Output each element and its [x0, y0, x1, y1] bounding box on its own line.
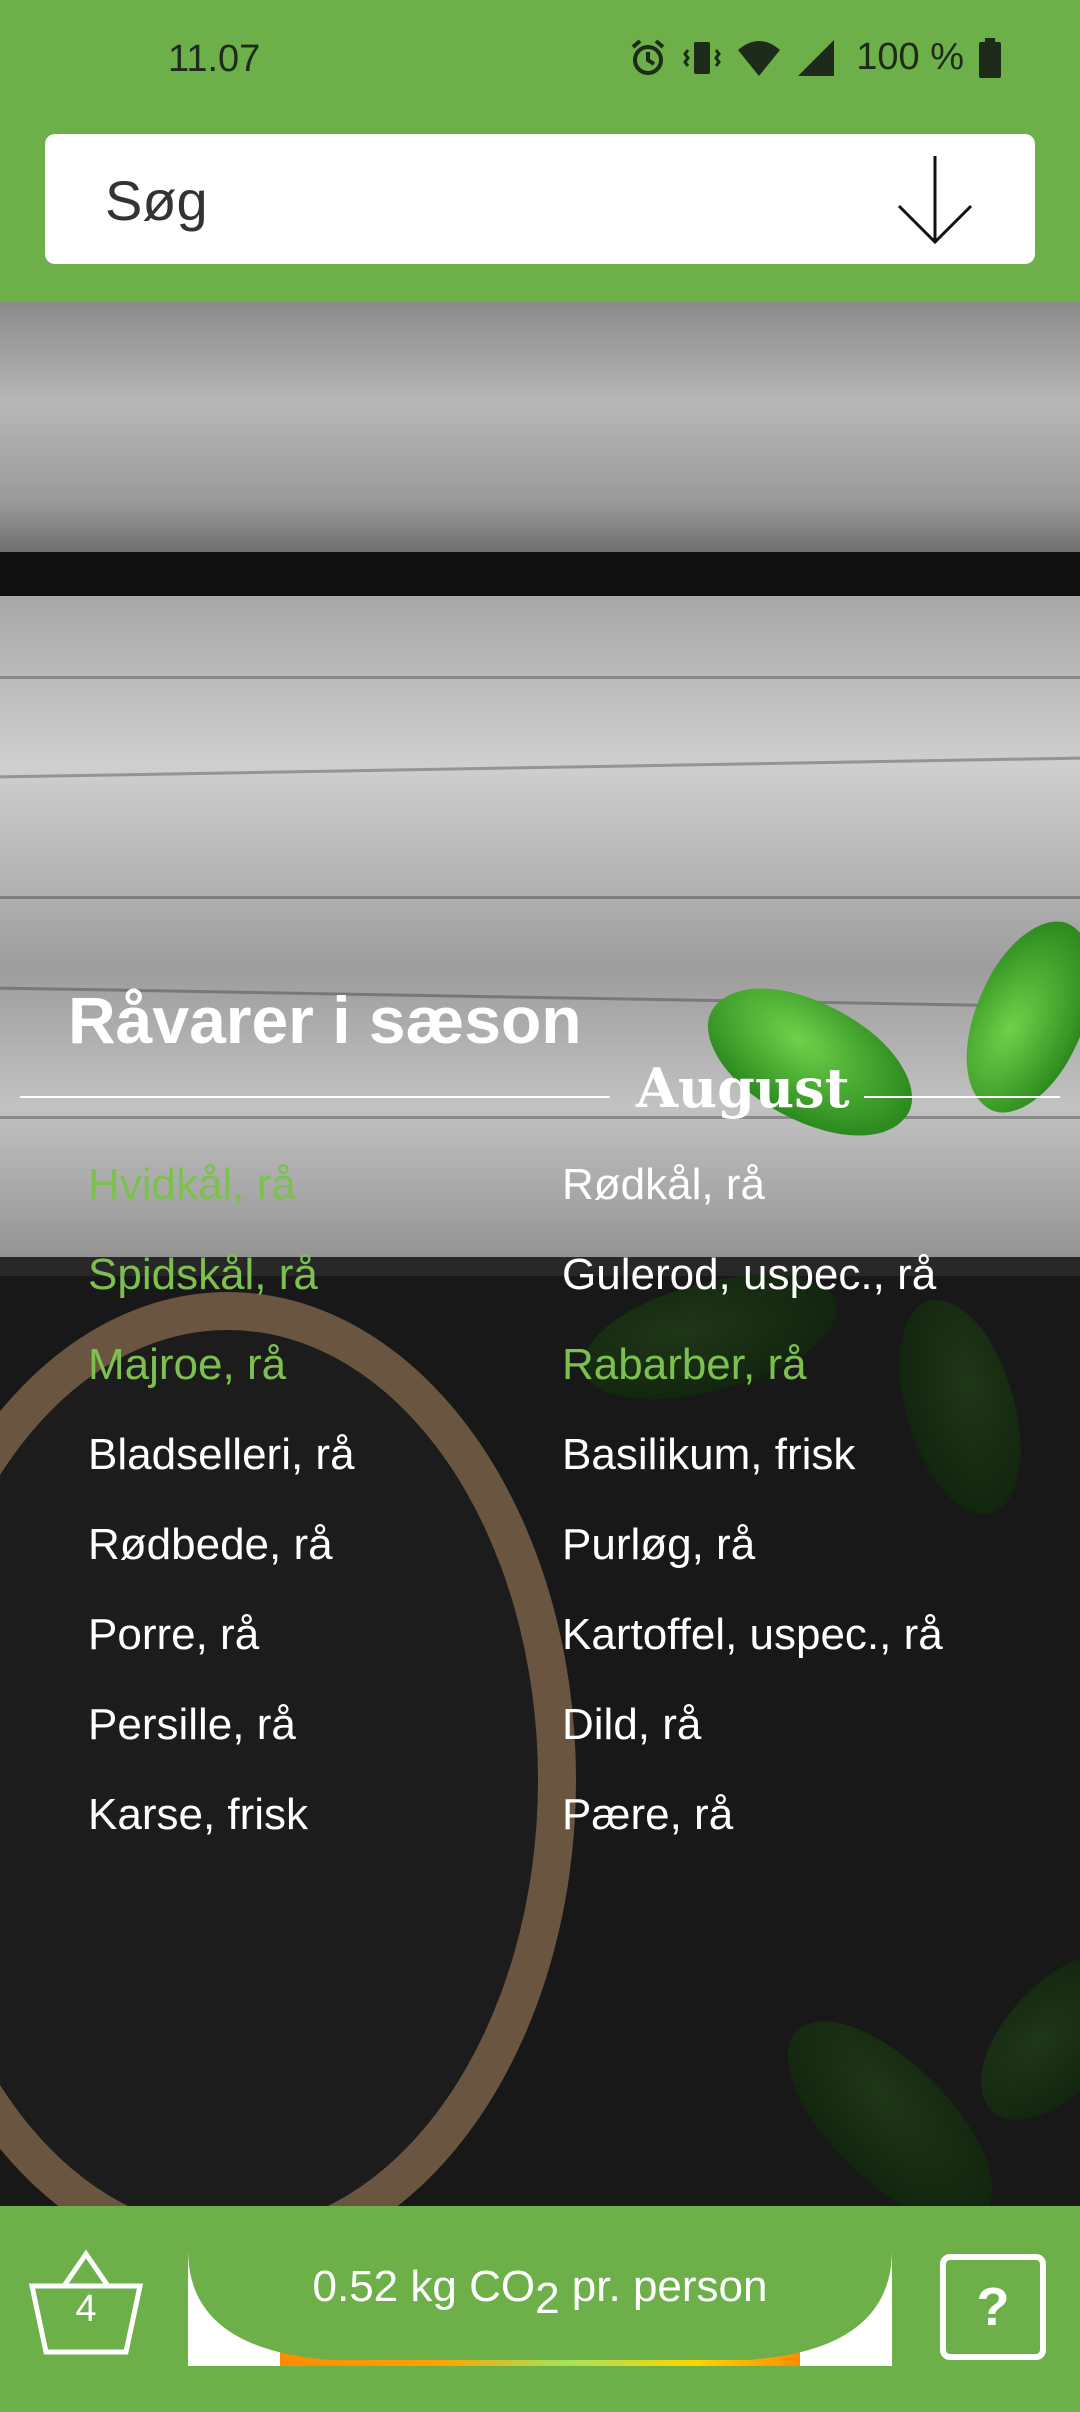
- co2-value: 0.52: [312, 2262, 399, 2311]
- co2-unit: kg CO: [410, 2262, 536, 2311]
- produce-item[interactable]: Pære, rå: [562, 1790, 733, 1840]
- divider-line: [864, 1096, 1060, 1098]
- produce-item[interactable]: Purløg, rå: [562, 1520, 755, 1570]
- co2-label: 0.52 kg CO2 pr. person: [188, 2262, 892, 2323]
- battery-icon: [979, 37, 1001, 78]
- produce-item[interactable]: Spidskål, rå: [88, 1250, 318, 1300]
- arrow-down-icon[interactable]: [895, 154, 975, 246]
- produce-item[interactable]: Rødkål, rå: [562, 1160, 765, 1210]
- alarm-icon: [631, 38, 665, 75]
- produce-item[interactable]: Majroe, rå: [88, 1340, 286, 1390]
- month-label[interactable]: August: [636, 1056, 850, 1120]
- status-bar: 11.07 100 %: [0, 0, 1080, 126]
- co2-suffix: pr. person: [571, 2262, 768, 2311]
- produce-item[interactable]: Hvidkål, rå: [88, 1160, 296, 1210]
- status-time: 11.07: [168, 38, 261, 80]
- vibrate-icon: [683, 41, 722, 74]
- basket-count: 4: [75, 2288, 97, 2330]
- divider-line: [20, 1096, 610, 1098]
- search-input[interactable]: Søg: [105, 168, 208, 233]
- produce-item[interactable]: Rabarber, rå: [562, 1340, 807, 1390]
- status-icons: 100 %: [628, 36, 1002, 79]
- produce-item[interactable]: Karse, frisk: [88, 1790, 308, 1840]
- produce-item[interactable]: Basilikum, frisk: [562, 1430, 855, 1480]
- bottom-bar: 4 0.52 kg CO2 pr. person ?: [0, 2206, 1080, 2412]
- wood-plank: [0, 302, 1080, 552]
- produce-item[interactable]: Gulerod, uspec., rå: [562, 1250, 936, 1300]
- co2-meter: 0.52 kg CO2 pr. person: [188, 2250, 892, 2366]
- search-bar[interactable]: Søg: [45, 134, 1035, 264]
- wifi-icon: [738, 40, 781, 76]
- battery-percentage: 100 %: [856, 36, 964, 78]
- co2-subscript: 2: [535, 2274, 560, 2323]
- month-header: August: [20, 1050, 1060, 1120]
- wood-gap: [0, 552, 1080, 596]
- section-title: Råvarer i sæson: [68, 983, 582, 1057]
- produce-item[interactable]: Bladselleri, rå: [88, 1430, 355, 1480]
- produce-item[interactable]: Persille, rå: [88, 1700, 296, 1750]
- produce-item[interactable]: Dild, rå: [562, 1700, 701, 1750]
- signal-icon: [798, 39, 835, 76]
- help-button[interactable]: ?: [940, 2254, 1046, 2360]
- basket-button[interactable]: 4: [28, 2248, 144, 2358]
- produce-item[interactable]: Porre, rå: [88, 1610, 259, 1660]
- produce-item[interactable]: Rødbede, rå: [88, 1520, 333, 1570]
- produce-item[interactable]: Kartoffel, uspec., rå: [562, 1610, 943, 1660]
